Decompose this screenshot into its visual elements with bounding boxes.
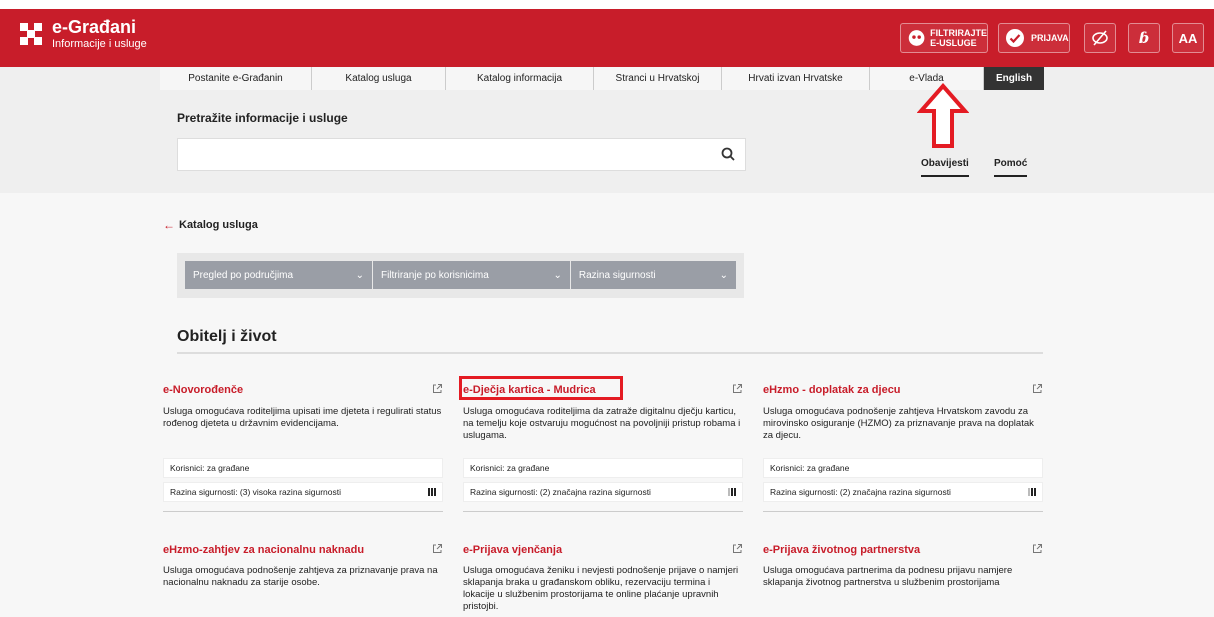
font-size-label: AA: [1178, 30, 1198, 46]
external-link-icon[interactable]: [432, 543, 443, 554]
filter-by-area-label: Pregled po područjima: [193, 269, 294, 281]
service-users: Korisnici: za građane: [463, 458, 743, 478]
nav-item-english[interactable]: English: [984, 67, 1044, 90]
search-label: Pretražite informacije i usluge: [177, 111, 348, 125]
service-description: Usluga omogućava roditeljima da zatraže …: [463, 406, 741, 441]
service-description: Usluga omogućava podnošenje zahtjeva za …: [163, 565, 438, 588]
security-label: Razina sigurnosti: (2) značajna razina s…: [770, 487, 951, 497]
search-icon[interactable]: [721, 147, 735, 161]
filter-eservices-button[interactable]: FILTRIRAJTE E-USLUGE: [900, 23, 988, 53]
check-circle-icon: [1006, 29, 1024, 47]
login-label: PRIJAVA: [1031, 33, 1069, 43]
external-link-icon[interactable]: [1032, 543, 1043, 554]
card-divider: [463, 511, 743, 512]
users-label: Korisnici: za građane: [170, 463, 250, 473]
chevron-down-icon: ⌄: [355, 269, 364, 281]
service-card: e-Dječja kartica - Mudrica Usluga omoguć…: [463, 383, 743, 523]
service-security: Razina sigurnosti: (3) visoka razina sig…: [163, 482, 443, 502]
service-users: Korisnici: za građane: [163, 458, 443, 478]
filter-by-users-select[interactable]: Filtriranje po korisnicima ⌄: [372, 261, 570, 289]
nav-item-croats-abroad[interactable]: Hrvati izvan Hrvatske: [722, 67, 870, 90]
filter-mask-icon: [908, 30, 925, 46]
service-description: Usluga omogućava roditeljima upisati ime…: [163, 406, 442, 429]
top-header: e-Građani Informacije i usluge FILTRIRAJ…: [0, 9, 1214, 67]
section-divider: [177, 352, 1043, 354]
filter-bar: Pregled po područjima ⌄ Filtriranje po k…: [177, 253, 744, 298]
service-title-link[interactable]: e-Prijava vjenčanja: [463, 543, 743, 557]
site-title: e-Građani: [52, 17, 137, 37]
nav-item-foreigners[interactable]: Stranci u Hrvatskoj: [594, 67, 722, 90]
external-link-icon[interactable]: [732, 383, 743, 394]
font-size-button[interactable]: AA: [1172, 23, 1204, 53]
service-title-link[interactable]: e-Prijava životnog partnerstva: [763, 543, 1043, 557]
service-description: Usluga omogućava ženiku i nevjesti podno…: [463, 565, 739, 612]
service-card: e-Novorođenče Usluga omogućava roditelji…: [163, 383, 443, 523]
security-label: Razina sigurnosti: (3) visoka razina sig…: [170, 487, 342, 497]
external-link-icon[interactable]: [1032, 383, 1043, 394]
service-description: Usluga omogućava podnošenje zahtjeva Hrv…: [763, 406, 1034, 441]
site-subtitle: Informacije i usluge: [52, 38, 147, 50]
chevron-down-icon: ⌄: [553, 269, 562, 281]
logo-mark-icon: [20, 23, 42, 45]
breadcrumb-label: Katalog usluga: [179, 219, 258, 231]
service-security: Razina sigurnosti: (2) značajna razina s…: [463, 482, 743, 502]
back-arrow-icon: ←: [163, 218, 175, 232]
nav-item-info-catalog[interactable]: Katalog informacija: [446, 67, 594, 90]
breadcrumb[interactable]: ← Katalog usluga: [163, 218, 258, 232]
service-users: Korisnici: za građane: [763, 458, 1043, 478]
nav-item-service-catalog[interactable]: Katalog usluga: [312, 67, 446, 90]
security-label: Razina sigurnosti: (2) značajna razina s…: [470, 487, 651, 497]
chevron-down-icon: ⌄: [719, 269, 728, 281]
tab-notices[interactable]: Obavijesti: [921, 158, 969, 177]
security-level-icon: [428, 488, 436, 496]
users-label: Korisnici: za građane: [470, 463, 550, 473]
service-card: eHzmo-zahtjev za nacionalnu naknadu Uslu…: [163, 543, 443, 617]
service-card: eHzmo - doplatak za djecu Usluga omoguća…: [763, 383, 1043, 523]
users-label: Korisnici: za građane: [770, 463, 850, 473]
nav-item-become-citizen[interactable]: Postanite e-Građanin: [160, 67, 312, 90]
section-title: Obitelj i život: [177, 328, 277, 345]
dyslexic-font-icon: ɓ: [1138, 29, 1150, 47]
site-logo[interactable]: e-Građani Informacije i usluge: [20, 18, 147, 50]
service-card: e-Prijava vjenčanja Usluga omogućava žen…: [463, 543, 743, 617]
annotation-arrow-up: [917, 83, 969, 148]
filter-by-security-label: Razina sigurnosti: [578, 269, 656, 281]
filter-button-line1: FILTRIRAJTE: [930, 28, 987, 38]
service-security: Razina sigurnosti: (2) značajna razina s…: [763, 482, 1043, 502]
service-description: Usluga omogućava partnerima da podnesu p…: [763, 565, 1013, 588]
tab-help[interactable]: Pomoć: [994, 158, 1028, 177]
service-title-link[interactable]: eHzmo - doplatak za djecu: [763, 383, 1043, 397]
card-divider: [163, 511, 443, 512]
annotation-highlight-box: [459, 376, 623, 400]
security-level-icon: [1028, 488, 1036, 496]
login-button[interactable]: PRIJAVA: [998, 23, 1070, 53]
security-level-icon: [728, 488, 736, 496]
external-link-icon[interactable]: [732, 543, 743, 554]
service-title-link[interactable]: eHzmo-zahtjev za nacionalnu naknadu: [163, 543, 443, 557]
card-divider: [763, 511, 1043, 512]
filter-by-security-select[interactable]: Razina sigurnosti ⌄: [570, 261, 736, 289]
dyslexic-font-button[interactable]: ɓ: [1128, 23, 1160, 53]
main-nav: Postanite e-Građanin Katalog usluga Kata…: [160, 67, 1044, 90]
eye-slash-icon: [1092, 30, 1108, 46]
search-input[interactable]: [177, 138, 746, 171]
service-card: e-Prijava životnog partnerstva Usluga om…: [763, 543, 1043, 617]
filter-button-line2: E-USLUGE: [930, 38, 977, 48]
external-link-icon[interactable]: [432, 383, 443, 394]
hide-images-button[interactable]: [1084, 23, 1116, 53]
service-title-link[interactable]: e-Novorođenče: [163, 383, 443, 397]
filter-by-area-select[interactable]: Pregled po područjima ⌄: [185, 261, 372, 289]
filter-by-users-label: Filtriranje po korisnicima: [380, 269, 489, 281]
